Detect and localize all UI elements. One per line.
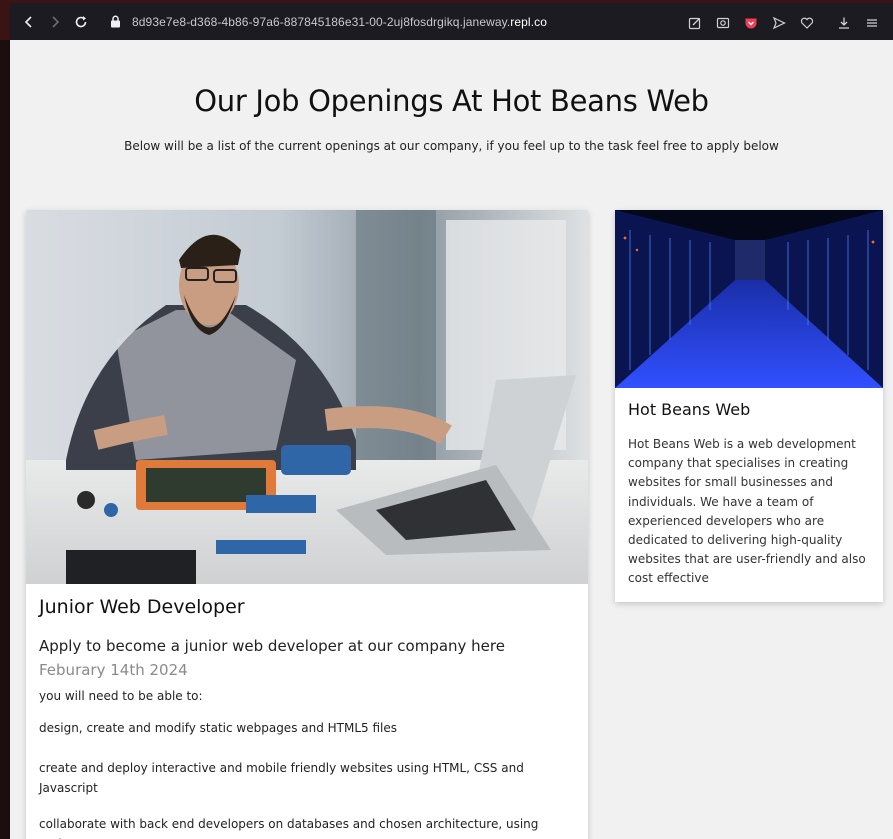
screenshot-icon[interactable] bbox=[712, 12, 734, 34]
requirements-intro: you will need to be able to: bbox=[39, 689, 203, 703]
requirement-item: collaborate with back end developers on … bbox=[39, 817, 539, 839]
heart-icon[interactable] bbox=[796, 12, 818, 34]
forward-icon[interactable] bbox=[42, 9, 68, 35]
back-icon[interactable] bbox=[16, 9, 42, 35]
address-bar-url[interactable]: 8d93e7e8-d368-4b86-97a6-887845186e31-00-… bbox=[132, 15, 547, 29]
about-card: Hot Beans Web Hot Beans Web is a web dev… bbox=[615, 210, 883, 602]
download-icon[interactable] bbox=[833, 12, 855, 34]
lock-icon[interactable] bbox=[108, 15, 122, 29]
toolbar-icons bbox=[681, 3, 893, 43]
browser-toolbar: 8d93e7e8-d368-4b86-97a6-887845186e31-00-… bbox=[0, 0, 893, 43]
about-body: Hot Beans Web is a web development compa… bbox=[628, 437, 866, 586]
requirement-item: design, create and modify static webpage… bbox=[39, 721, 398, 735]
job-title: Junior Web Developer bbox=[39, 596, 245, 618]
url-domain: repl.co bbox=[510, 14, 547, 29]
job-card: Junior Web Developer Apply to become a j… bbox=[26, 210, 588, 839]
server-room-photo bbox=[615, 210, 883, 388]
job-apply-text: Apply to become a junior web developer a… bbox=[39, 637, 505, 655]
reload-icon[interactable] bbox=[68, 9, 94, 35]
about-title: Hot Beans Web bbox=[628, 400, 751, 419]
send-icon[interactable] bbox=[768, 12, 790, 34]
pocket-icon[interactable] bbox=[740, 12, 762, 34]
page-subtitle: Below will be a list of the current open… bbox=[124, 139, 779, 153]
window-edge-left bbox=[0, 40, 10, 839]
edit-icon[interactable] bbox=[684, 12, 706, 34]
job-date: Feburary 14th 2024 bbox=[39, 661, 188, 679]
window-edge bbox=[0, 3, 10, 43]
job-photo bbox=[26, 210, 588, 584]
menu-icon[interactable] bbox=[861, 12, 883, 34]
web-page: Our Job Openings At Hot Beans Web Below … bbox=[10, 40, 893, 839]
job-lead: Apply to become a junior web developer a… bbox=[39, 634, 569, 682]
requirement-item: create and deploy interactive and mobile… bbox=[39, 761, 524, 795]
page-title: Our Job Openings At Hot Beans Web bbox=[194, 84, 709, 118]
url-host-prefix: 8d93e7e8-d368-4b86-97a6-887845186e31-00-… bbox=[132, 14, 511, 29]
